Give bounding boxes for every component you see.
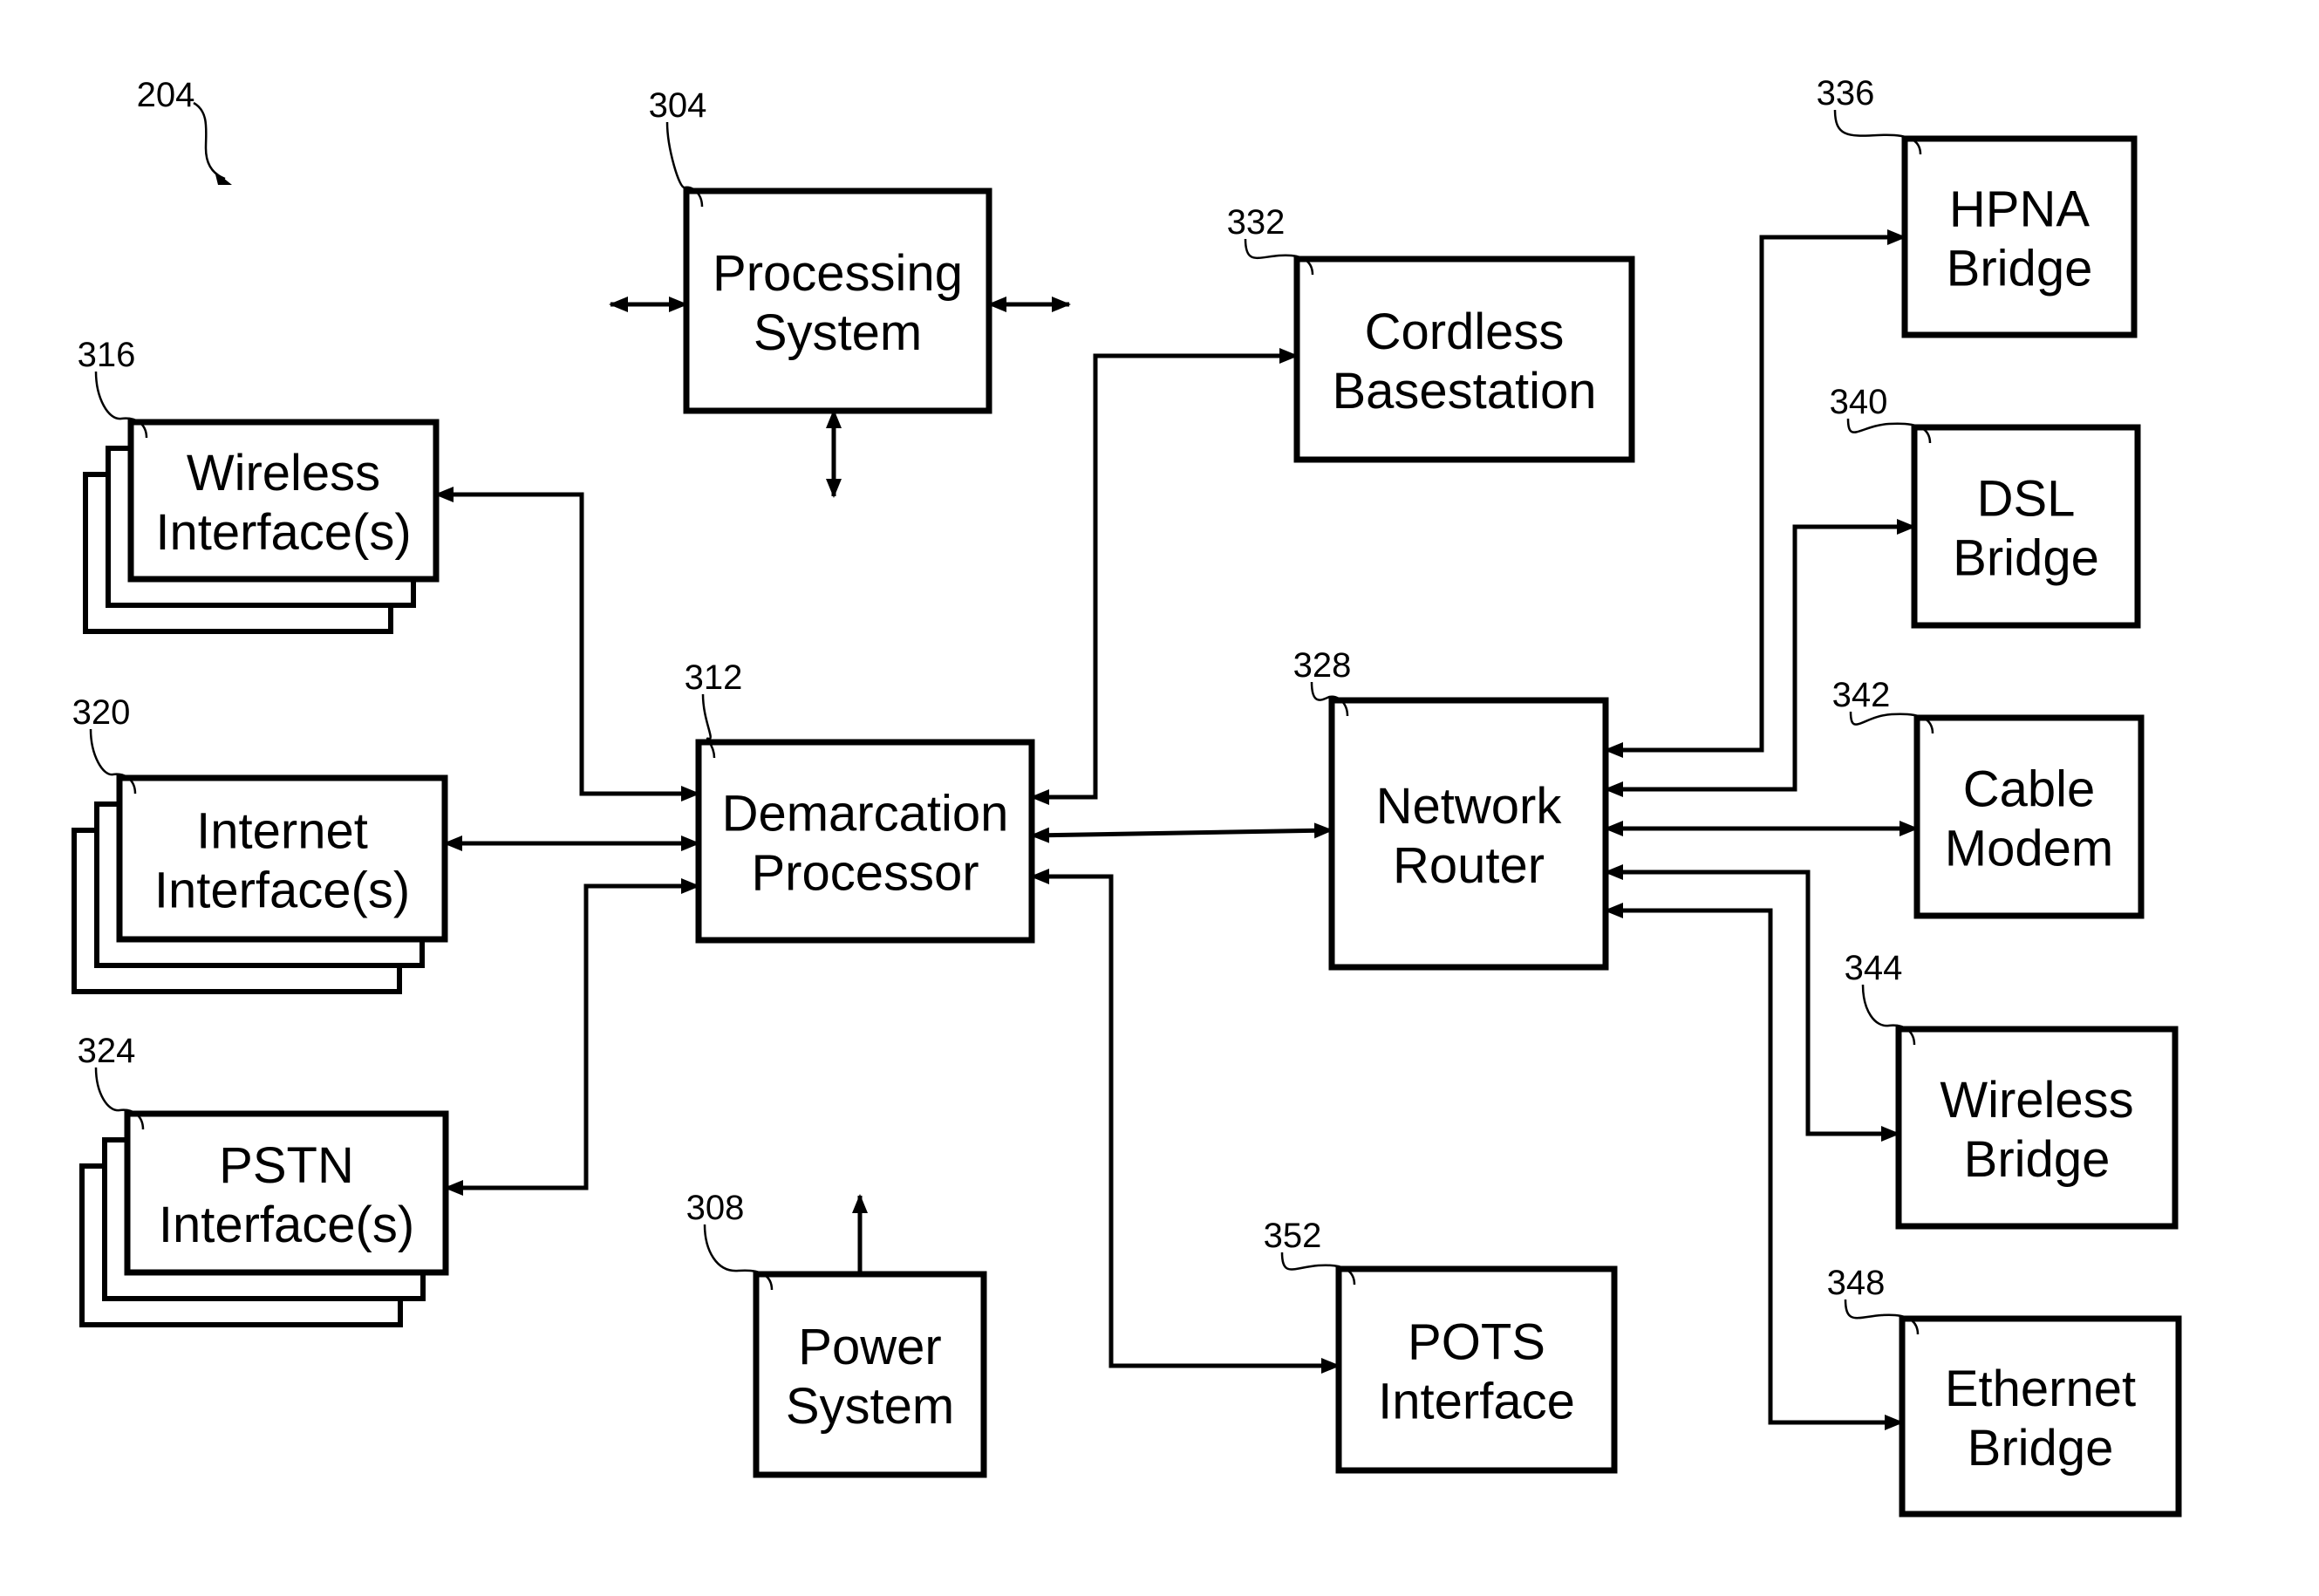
- cordless-basestation-label-line: Cordless: [1365, 304, 1565, 360]
- pstn-interfaces-reference-numeral: 324: [78, 1032, 136, 1070]
- wireless-bridge-reference-numeral: 344: [1845, 949, 1903, 987]
- internet-interfaces-label-line: Internet: [196, 803, 368, 860]
- demarc-pots-connector: [1030, 869, 1340, 1374]
- dsl-bridge-block: DSLBridge 340: [1830, 383, 2141, 629]
- wireless-bridge-block: WirelessBridge 344: [1845, 949, 2179, 1230]
- hpna-bridge-label-line: Bridge: [1947, 241, 2093, 297]
- network-router-block: NetworkRouter 328: [1293, 646, 1609, 971]
- ethernet-bridge-reference-numeral: 348: [1827, 1264, 1886, 1302]
- block-diagram: 204 ProcessingSystem304PowerSystem308Dem…: [72, 74, 2182, 1518]
- figure-reference: 204: [137, 76, 232, 185]
- wireless-bridge-label-line: Wireless: [1940, 1072, 2133, 1129]
- ethernet-bridge-label-line: Bridge: [1968, 1420, 2114, 1477]
- ethernet-bridge-block: EthernetBridge 348: [1827, 1264, 2182, 1518]
- demarcation-processor-reference-numeral: 312: [685, 658, 743, 697]
- network-router-reference-numeral: 328: [1293, 646, 1352, 685]
- cordless-basestation-reference-numeral: 332: [1227, 203, 1286, 242]
- dsl-bridge-label-line: Bridge: [1953, 530, 2099, 587]
- ethernet-bridge-label-line: Ethernet: [1945, 1361, 2136, 1417]
- demarc-pstn-interface-connector: [444, 878, 700, 1196]
- wireless-interfaces-label-line: Wireless: [187, 445, 380, 501]
- power-system-reference-numeral: 308: [686, 1189, 745, 1227]
- pots-interface-reference-numeral: 352: [1264, 1217, 1322, 1255]
- wireless-bridge-label-line: Bridge: [1964, 1131, 2111, 1188]
- processing-system-block: ProcessingSystem 304: [649, 86, 992, 414]
- cordless-basestation-block: CordlessBasestation 332: [1227, 203, 1635, 463]
- processing-system-label-line: System: [754, 304, 922, 361]
- pstn-interfaces-label-line: PSTN: [219, 1137, 354, 1194]
- blocks: ProcessingSystem304PowerSystem308Demarca…: [72, 74, 2182, 1518]
- connections: [434, 229, 1919, 1430]
- network-router-label-line: Network: [1376, 778, 1563, 835]
- pots-interface-block: POTSInterface 352: [1264, 1217, 1618, 1474]
- internet-interfaces-reference-numeral: 320: [72, 693, 131, 732]
- pots-interface-label-line: POTS: [1408, 1314, 1545, 1371]
- cordless-basestation-label-line: Basestation: [1332, 363, 1596, 419]
- cable-modem-label-line: Modem: [1945, 821, 2113, 877]
- demarcation-processor-block: DemarcationProcessor 312: [685, 658, 1035, 944]
- pstn-interfaces-block: PSTNInterface(s) 324: [78, 1032, 449, 1327]
- dsl-bridge-label-line: DSL: [1977, 471, 2076, 528]
- demarc-router-connector: [1030, 822, 1333, 843]
- processing-system-label-line: Processing: [713, 245, 963, 302]
- cable-modem-label-line: Cable: [1963, 761, 2096, 818]
- internet-interfaces-label-line: Interface(s): [154, 863, 410, 919]
- pstn-interfaces-label-line: Interface(s): [159, 1197, 414, 1253]
- processing-system-reference-numeral: 304: [649, 86, 707, 125]
- demarcation-processor-label-line: Processor: [751, 845, 979, 902]
- dsl-bridge-reference-numeral: 340: [1830, 383, 1888, 421]
- router-ethernet-bridge-connector: [1604, 903, 1904, 1430]
- cable-modem-block: CableModem 342: [1832, 676, 2145, 919]
- wireless-interfaces-block: WirelessInterface(s) 316: [78, 336, 440, 634]
- demarcation-processor-label-line: Demarcation: [722, 786, 1009, 842]
- figure-reference-label: 204: [137, 76, 195, 114]
- hpna-bridge-reference-numeral: 336: [1817, 74, 1875, 113]
- figure-reference-arrowhead-icon: [215, 171, 232, 185]
- network-router-label-line: Router: [1393, 837, 1545, 894]
- internet-interfaces-block: InternetInterface(s) 320: [72, 693, 448, 994]
- power-system-label-line: Power: [798, 1319, 941, 1375]
- demarc-wireless-interface-connector: [434, 487, 700, 801]
- hpna-bridge-block: HPNABridge 336: [1817, 74, 2138, 338]
- wireless-interfaces-label-line: Interface(s): [155, 504, 411, 561]
- power-system-block: PowerSystem 308: [686, 1189, 987, 1478]
- demarc-cordless-connector: [1030, 348, 1299, 805]
- router-hpna-connector: [1604, 229, 1906, 758]
- power-system-label-line: System: [786, 1378, 954, 1435]
- wireless-interfaces-reference-numeral: 316: [78, 336, 136, 374]
- figure-reference-leader: [193, 101, 226, 181]
- cable-modem-reference-numeral: 342: [1832, 676, 1891, 714]
- hpna-bridge-label-line: HPNA: [1949, 181, 2090, 238]
- pots-interface-label-line: Interface: [1378, 1374, 1575, 1430]
